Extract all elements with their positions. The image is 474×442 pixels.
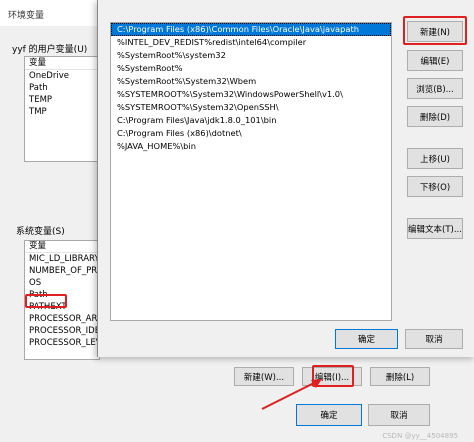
env-cancel-button[interactable]: 取消: [368, 404, 430, 426]
user-vars-list[interactable]: 变量 OneDrive Path TEMP TMP: [24, 56, 100, 162]
list-item[interactable]: Path: [25, 82, 99, 94]
system-vars-list[interactable]: 变量 MIC_LD_LIBRARY_ NUMBER_OF_PRO OS Path…: [24, 240, 100, 360]
path-entry[interactable]: C:\Program Files (x86)\Common Files\Orac…: [111, 23, 391, 36]
list-item[interactable]: TEMP: [25, 94, 99, 106]
system-vars-label: 系统变量(S): [16, 227, 65, 237]
path-entry[interactable]: C:\Program Files (x86)\dotnet\: [111, 127, 391, 140]
list-item[interactable]: PROCESSOR_IDEN: [25, 325, 99, 337]
dialog-ok-button[interactable]: 确定: [335, 329, 398, 349]
move-up-button[interactable]: 上移(U): [407, 148, 463, 169]
path-entries-list[interactable]: C:\Program Files (x86)\Common Files\Orac…: [110, 22, 392, 321]
watermark: CSDN @yy__4504895: [382, 432, 458, 440]
user-vars-label: yyf 的用户变量(U): [12, 45, 88, 55]
path-entry[interactable]: %SystemRoot%: [111, 62, 391, 75]
path-entry[interactable]: C:\Program Files\Java\jdk1.8.0_101\bin: [111, 114, 391, 127]
browse-button[interactable]: 浏览(B)...: [407, 78, 463, 99]
list-item[interactable]: PROCESSOR_ARC: [25, 313, 99, 325]
path-entry[interactable]: %JAVA_HOME%\bin: [111, 140, 391, 153]
list-item[interactable]: TMP: [25, 106, 99, 118]
list-item[interactable]: OS: [25, 277, 99, 289]
edit-path-button[interactable]: 编辑(E): [407, 50, 463, 71]
list-item[interactable]: PATHEXT: [25, 301, 99, 313]
user-vars-header: 变量: [25, 57, 99, 70]
system-delete-button[interactable]: 删除(L): [370, 367, 430, 386]
list-item[interactable]: Path: [25, 289, 99, 301]
delete-path-button[interactable]: 删除(D): [407, 106, 463, 127]
path-entry[interactable]: %SYSTEMROOT%\System32\OpenSSH\: [111, 101, 391, 114]
env-window-title: 环境变量: [8, 11, 45, 21]
env-ok-button[interactable]: 确定: [296, 404, 362, 426]
list-item[interactable]: PROCESSOR_LEV: [25, 337, 99, 349]
edit-environment-variable-dialog: C:\Program Files (x86)\Common Files\Orac…: [97, 0, 474, 357]
path-entry[interactable]: %SystemRoot%\system32: [111, 49, 391, 62]
system-vars-header: 变量: [25, 241, 99, 253]
path-entry[interactable]: %SystemRoot%\System32\Wbem: [111, 75, 391, 88]
move-down-button[interactable]: 下移(O): [407, 176, 463, 197]
list-item[interactable]: MIC_LD_LIBRARY_: [25, 253, 99, 265]
list-item[interactable]: OneDrive: [25, 70, 99, 82]
path-entry[interactable]: %SYSTEMROOT%\System32\WindowsPowerShell\…: [111, 88, 391, 101]
list-item[interactable]: NUMBER_OF_PRO: [25, 265, 99, 277]
new-path-button[interactable]: 新建(N): [407, 21, 463, 42]
path-entry[interactable]: %INTEL_DEV_REDIST%redist\intel64\compile…: [111, 36, 391, 49]
edit-text-button[interactable]: 编辑文本(T)...: [407, 218, 463, 239]
dialog-cancel-button[interactable]: 取消: [405, 329, 463, 349]
